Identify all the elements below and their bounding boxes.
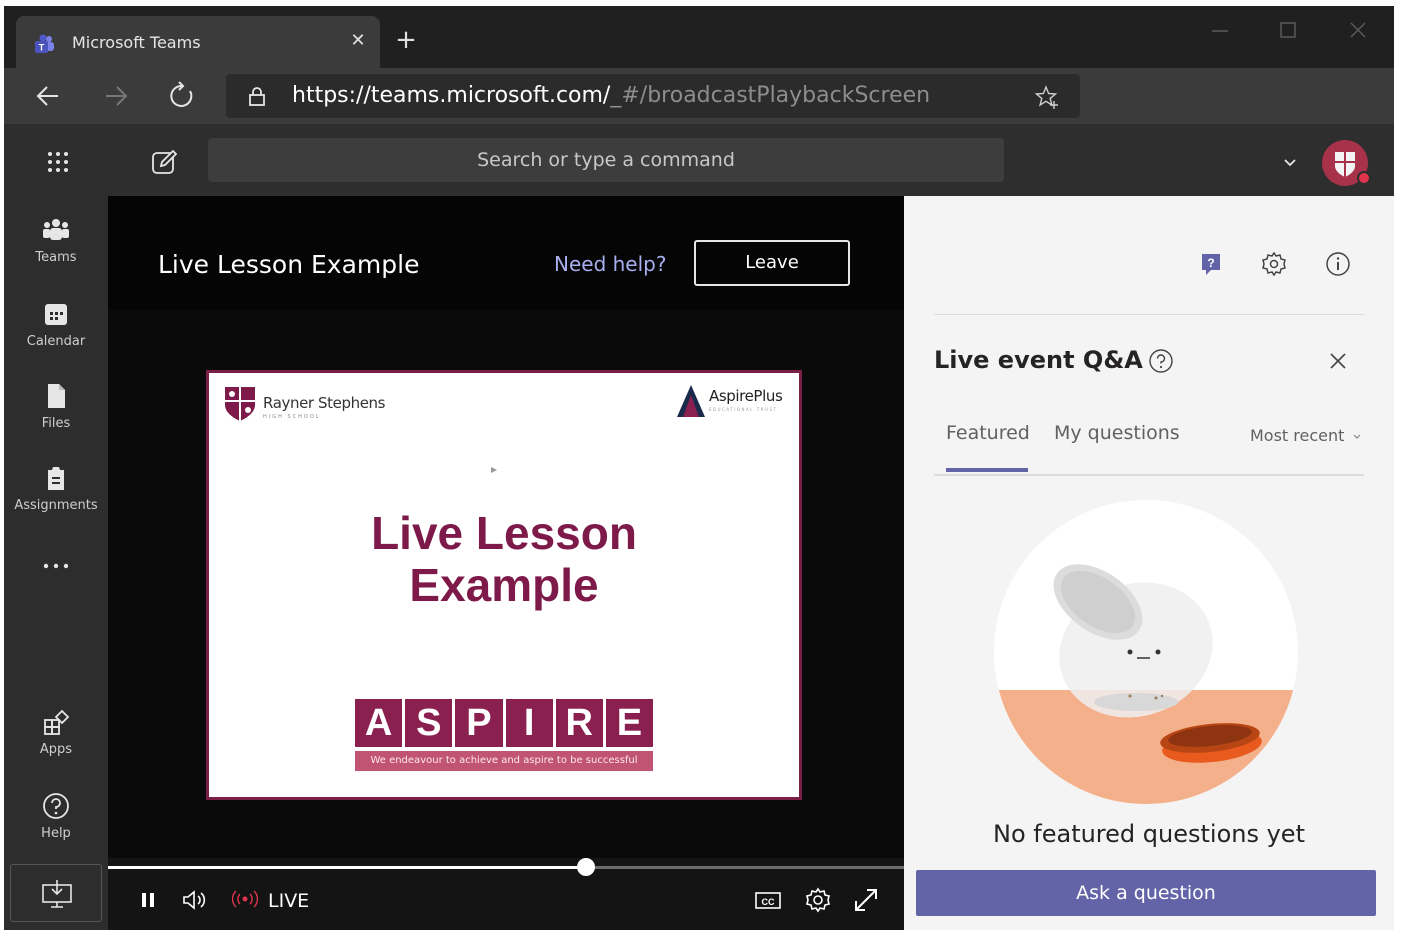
assignments-icon: [48, 467, 64, 490]
qa-chat-icon[interactable]: ?: [1198, 250, 1226, 278]
fullscreen-icon[interactable]: [852, 886, 880, 914]
close-icon[interactable]: [1326, 349, 1350, 373]
maximize-icon[interactable]: [1268, 16, 1308, 46]
leave-button[interactable]: Leave: [694, 240, 850, 286]
teams-icon: [43, 219, 69, 240]
broadcast-stage: Live Lesson Example Need help? Leave Ray…: [108, 196, 904, 930]
stage-header: Live Lesson Example Need help? Leave: [108, 196, 904, 310]
rail-item-calendar[interactable]: Calendar: [4, 300, 108, 370]
new-tab-icon[interactable]: +: [392, 26, 420, 54]
lock-icon: [249, 87, 265, 106]
school-logo: Rayner Stephens HIGH SCHOOL: [223, 385, 385, 425]
empty-state-message: No featured questions yet: [993, 820, 1305, 848]
pointer-cursor-icon: [491, 467, 497, 473]
url-text: https://teams.microsoft.com/_#/broadcast…: [292, 83, 931, 108]
svg-text:?: ?: [1207, 256, 1214, 270]
need-help-link[interactable]: Need help?: [554, 252, 666, 276]
seek-bar[interactable]: [108, 858, 904, 876]
status-badge: [1357, 171, 1371, 185]
search-input[interactable]: Search or type a command: [208, 138, 1004, 182]
live-indicator: LIVE: [268, 890, 310, 912]
tab-featured[interactable]: Featured: [946, 422, 1030, 444]
aspireplus-logo-icon: [677, 385, 705, 417]
captions-icon[interactable]: CC: [754, 886, 782, 914]
teams-header: Search or type a command: [4, 124, 1394, 196]
qa-title: Live event Q&A: [934, 346, 1143, 374]
qa-panel: ? Live event Q&A Featured My questions M…: [904, 196, 1394, 930]
live-broadcast-icon: [231, 890, 259, 908]
svg-text:CC: CC: [762, 897, 775, 907]
new-chat-icon[interactable]: [150, 148, 178, 176]
help-icon: [43, 793, 69, 819]
close-tab-icon[interactable]: ✕: [346, 29, 370, 53]
sort-dropdown[interactable]: Most recent: [1250, 426, 1344, 445]
rail-item-help[interactable]: Help: [4, 792, 108, 862]
active-tab-indicator: [946, 468, 1028, 472]
rail-item-teams[interactable]: Teams: [4, 216, 108, 286]
pause-icon[interactable]: [134, 886, 162, 914]
empty-jar-illustration: [994, 500, 1298, 804]
tab-my-questions[interactable]: My questions: [1054, 422, 1180, 444]
address-bar-row: https://teams.microsoft.com/_#/broadcast…: [4, 68, 1394, 124]
teams-logo-icon: T: [35, 34, 54, 53]
url-field[interactable]: https://teams.microsoft.com/_#/broadcast…: [226, 74, 1080, 118]
favorite-star-icon[interactable]: [1034, 84, 1060, 110]
forward-icon[interactable]: [100, 80, 132, 112]
more-apps-icon[interactable]: [40, 558, 72, 574]
school-crest-icon: [225, 387, 255, 421]
presentation-slide: Rayner Stephens HIGH SCHOOL AspirePlus E…: [206, 370, 802, 800]
rail-item-apps[interactable]: Apps: [4, 708, 108, 778]
info-icon[interactable]: [1324, 250, 1352, 278]
back-icon[interactable]: [32, 80, 64, 112]
volume-icon[interactable]: [180, 886, 208, 914]
files-icon: [48, 384, 65, 408]
video-player[interactable]: Rayner Stephens HIGH SCHOOL AspirePlus E…: [108, 310, 904, 858]
apps-icon: [44, 709, 70, 735]
minimize-icon[interactable]: [1200, 16, 1240, 46]
rail-item-files[interactable]: Files: [4, 382, 108, 452]
help-icon[interactable]: [1148, 348, 1174, 374]
tabs-divider: [934, 474, 1364, 476]
refresh-icon[interactable]: [166, 80, 198, 112]
left-rail: Teams Calendar Files Assignments Apps He…: [4, 196, 108, 930]
svg-text:T: T: [39, 43, 45, 53]
tab-strip: T Microsoft Teams ✕ +: [4, 6, 1394, 68]
app-launcher-icon[interactable]: [44, 148, 72, 176]
aspire-logo: A S P I R E We endeavour to achieve and …: [355, 699, 654, 775]
browser-window: T Microsoft Teams ✕ + https://teams.micr…: [4, 6, 1394, 930]
calendar-icon: [45, 304, 67, 325]
chevron-down-icon[interactable]: [1280, 152, 1300, 172]
seek-progress: [108, 866, 586, 869]
close-window-icon[interactable]: [1338, 16, 1378, 46]
download-icon: [42, 880, 72, 908]
settings-icon[interactable]: [1260, 250, 1288, 278]
tab-title: Microsoft Teams: [72, 33, 201, 52]
ask-question-button[interactable]: Ask a question: [916, 870, 1376, 916]
rail-item-assignments[interactable]: Assignments: [4, 464, 108, 534]
chevron-down-icon[interactable]: [1352, 431, 1362, 441]
divider: [934, 314, 1364, 315]
slide-title: Live Lesson Example: [371, 507, 637, 611]
player-controls: LIVE CC: [108, 872, 904, 930]
settings-gear-icon[interactable]: [804, 886, 832, 914]
partner-logo: AspirePlus EDUCATIONAL TRUST: [677, 385, 797, 419]
page-title: Live Lesson Example: [158, 250, 420, 279]
browser-tab[interactable]: T Microsoft Teams ✕: [16, 16, 380, 68]
logo-tagline: We endeavour to achieve and aspire to be…: [355, 751, 653, 771]
download-app-button[interactable]: [10, 864, 102, 922]
